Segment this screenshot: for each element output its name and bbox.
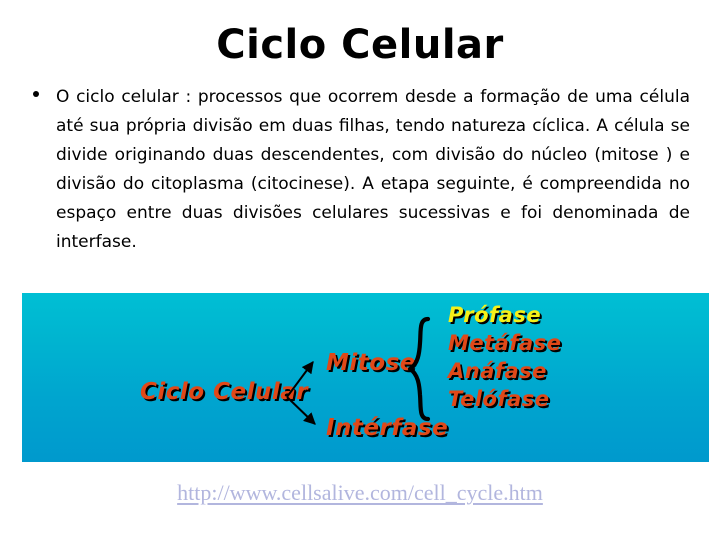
source-url-link[interactable]: http://www.cellsalive.com/cell_cycle.htm [0,480,720,506]
diagram-phase-label-anafase: Anáfase [448,359,547,383]
branch-arrows-icon [286,361,316,425]
page-title: Ciclo Celular [216,22,504,68]
bullet-list-item: O ciclo celular : processos que ocorrem … [28,83,690,286]
body-content-block: O ciclo celular : processos que ocorrem … [28,83,690,286]
diagram-phase-label-metafase: Metáfase [448,331,562,355]
curly-brace-icon [407,316,431,422]
diagram-phase-label-profase: Prófase [448,303,542,327]
body-paragraph: O ciclo celular : processos que ocorrem … [56,87,690,252]
slide-canvas: Ciclo Celular O ciclo celular : processo… [0,0,720,540]
bullet-point-icon [33,91,39,97]
diagram-phase-label-telofase: Telófase [448,387,550,411]
